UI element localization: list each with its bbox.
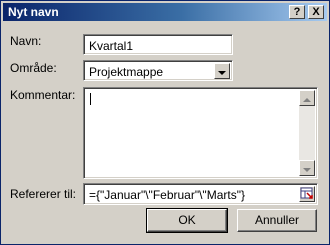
comment-label: Kommentar: <box>10 88 76 102</box>
scroll-down-icon <box>303 168 311 172</box>
close-icon: X <box>312 6 320 18</box>
scroll-up-button[interactable] <box>299 90 315 106</box>
name-input[interactable]: Kvartal1 <box>83 34 233 55</box>
title-bar[interactable]: Nyt navn ? X <box>3 3 327 21</box>
dialog-title: Nyt navn <box>8 5 59 19</box>
help-button[interactable]: ? <box>289 5 305 19</box>
comment-scrollbar[interactable] <box>299 90 315 176</box>
ok-button[interactable]: OK <box>146 208 228 233</box>
scope-label: Område: <box>10 61 57 75</box>
refers-to-label: Refererer til: <box>10 187 77 201</box>
help-icon: ? <box>293 6 301 18</box>
collapse-dialog-icon <box>300 187 313 199</box>
close-button[interactable]: X <box>308 5 324 19</box>
scope-select[interactable]: Projektmappe <box>83 60 233 81</box>
refers-to-input[interactable]: ={"Januar"\"Februar"\"Marts"} <box>83 183 318 205</box>
chevron-down-icon <box>218 71 226 75</box>
scroll-down-button[interactable] <box>299 160 315 176</box>
text-cursor <box>90 93 91 105</box>
cancel-button[interactable]: Annuller <box>237 209 317 232</box>
new-name-dialog: Nyt navn ? X Navn: Kvartal1 Område: Proj… <box>0 0 330 245</box>
range-picker-button[interactable] <box>299 186 315 202</box>
name-value: Kvartal1 <box>89 39 134 53</box>
scope-value: Projektmappe <box>89 65 164 79</box>
name-label: Navn: <box>10 34 42 48</box>
comment-textarea[interactable] <box>83 87 318 179</box>
scope-dropdown-button[interactable] <box>214 63 230 79</box>
scroll-up-icon <box>303 98 311 102</box>
refers-to-value: ={"Januar"\"Februar"\"Marts"} <box>89 188 245 202</box>
